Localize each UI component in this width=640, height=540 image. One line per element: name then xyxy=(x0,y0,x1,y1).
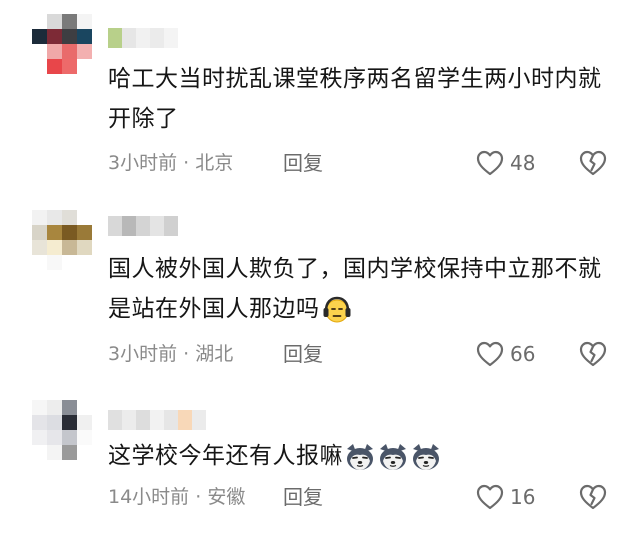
like-button[interactable]: 48 xyxy=(476,148,535,178)
username-blurred[interactable] xyxy=(108,410,206,430)
comment-time: 3小时前 xyxy=(108,152,178,174)
heart-icon xyxy=(476,484,504,510)
reply-button[interactable]: 回复 xyxy=(283,339,323,369)
like-button[interactable]: 66 xyxy=(476,339,535,369)
comment-item: 国人被外国人欺负了，国内学校保持中立那不就是站在外国人那边吗 3小时前 · 湖北… xyxy=(0,185,640,380)
husky-emoji xyxy=(347,443,373,470)
avatar[interactable] xyxy=(32,400,92,460)
comment-location: 湖北 xyxy=(195,343,234,365)
like-count: 48 xyxy=(510,151,536,175)
separator: · xyxy=(195,486,202,508)
separator: · xyxy=(183,343,190,365)
husky-emoji xyxy=(413,443,439,470)
comment-text: 这学校今年还有人报嘛 xyxy=(108,436,608,476)
avatar[interactable] xyxy=(32,210,92,270)
comment-location: 安徽 xyxy=(207,486,246,508)
comment-item: 哈工大当时扰乱课堂秩序两名留学生两小时内就开除了 3小时前 · 北京 回复 48 xyxy=(0,0,640,185)
broken-heart-icon xyxy=(579,150,607,176)
reply-button[interactable]: 回复 xyxy=(283,482,323,512)
avatar[interactable] xyxy=(32,14,92,74)
dislike-button[interactable] xyxy=(578,482,608,512)
comment-location: 北京 xyxy=(195,152,234,174)
username-blurred[interactable] xyxy=(108,28,178,48)
heart-icon xyxy=(476,341,504,367)
comment-meta: 3小时前 · 北京 xyxy=(108,148,233,178)
comment-meta: 3小时前 · 湖北 xyxy=(108,339,233,369)
dislike-button[interactable] xyxy=(578,339,608,369)
comment-time: 14小时前 xyxy=(108,486,190,508)
username-blurred[interactable] xyxy=(108,216,178,236)
broken-heart-icon xyxy=(579,484,607,510)
comment-text: 国人被外国人欺负了，国内学校保持中立那不就是站在外国人那边吗 xyxy=(108,249,608,329)
like-count: 66 xyxy=(510,342,536,366)
like-count: 16 xyxy=(510,485,536,509)
separator: · xyxy=(183,152,190,174)
husky-emoji xyxy=(380,443,406,470)
comment-text: 哈工大当时扰乱课堂秩序两名留学生两小时内就开除了 xyxy=(108,66,602,132)
comment-item: 这学校今年还有人报嘛 14小时前 · 安徽 回复 16 xyxy=(0,380,640,540)
heart-icon xyxy=(476,150,504,176)
reply-button[interactable]: 回复 xyxy=(283,148,323,178)
comment-meta: 14小时前 · 安徽 xyxy=(108,482,245,512)
broken-heart-icon xyxy=(579,341,607,367)
dislike-button[interactable] xyxy=(578,148,608,178)
face-with-headphones-emoji xyxy=(323,296,350,322)
comment-time: 3小时前 xyxy=(108,343,178,365)
like-button[interactable]: 16 xyxy=(476,482,535,512)
